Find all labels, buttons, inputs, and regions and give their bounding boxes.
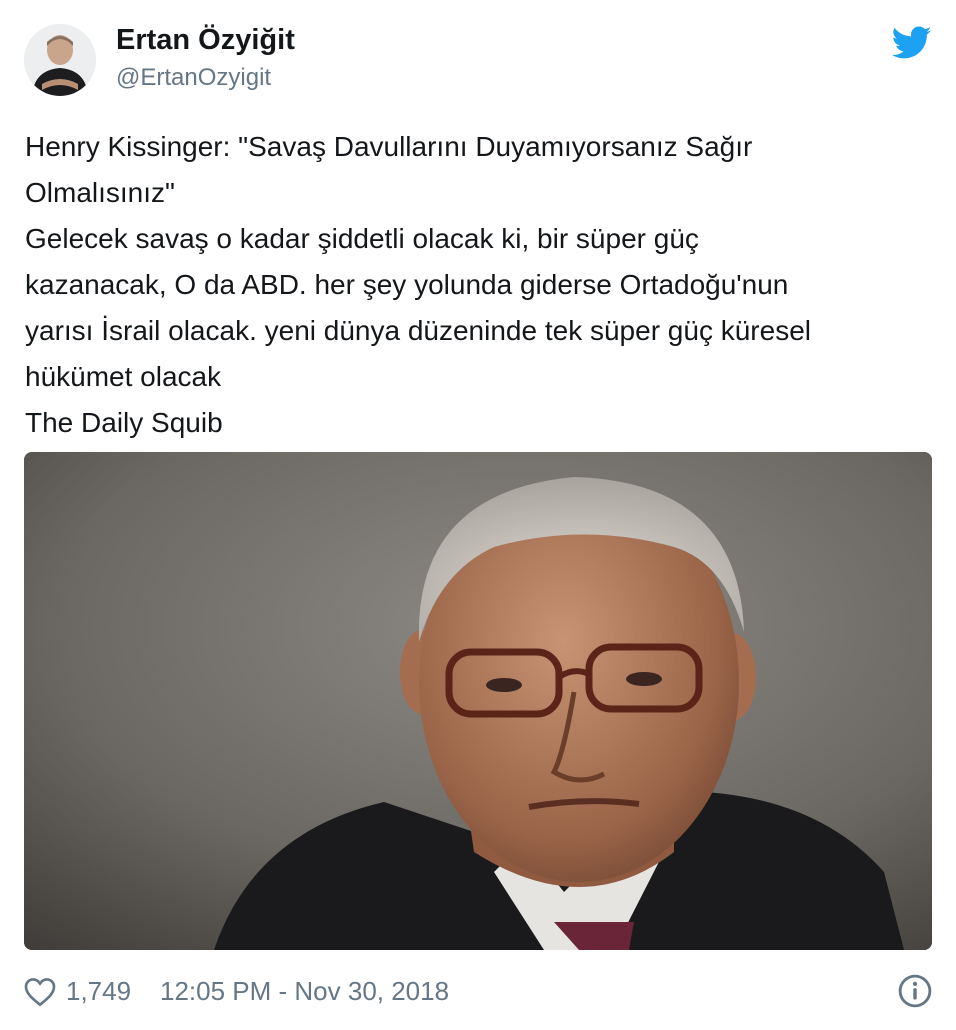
twitter-bird-icon[interactable]: [892, 26, 932, 60]
avatar-image: [24, 24, 96, 96]
tweet-text-line: Olmalısınız": [25, 177, 175, 208]
tweet-text-line: The Daily Squib: [25, 407, 223, 438]
author-handle[interactable]: @ErtanOzyigit: [116, 64, 271, 92]
tweet-text: Henry Kissinger: "Savaş Davullarını Duya…: [25, 124, 935, 446]
tweet-text-line: kazanacak, O da ABD. her şey yolunda gid…: [25, 269, 789, 300]
info-icon[interactable]: [898, 974, 932, 1008]
tweet-text-line: Gelecek savaş o kadar şiddetli olacak ki…: [25, 223, 699, 254]
tweet-footer: 1,749 12:05 PM - Nov 30, 2018: [24, 970, 932, 1014]
tweet-text-line: yarısı İsrail olacak. yeni dünya düzenin…: [25, 315, 811, 346]
tweet-photo[interactable]: [24, 452, 932, 950]
portrait-photo: [24, 452, 932, 950]
tweet-timestamp[interactable]: 12:05 PM - Nov 30, 2018: [160, 976, 449, 1007]
author-display-name[interactable]: Ertan Özyiğit: [116, 24, 295, 57]
like-count[interactable]: 1,749: [66, 976, 131, 1007]
author-avatar[interactable]: [24, 24, 96, 96]
tweet-text-line: hükümet olacak: [25, 361, 222, 392]
heart-icon[interactable]: [24, 977, 56, 1007]
tweet-text-line: Henry Kissinger: "Savaş Davullarını Duya…: [25, 131, 753, 162]
